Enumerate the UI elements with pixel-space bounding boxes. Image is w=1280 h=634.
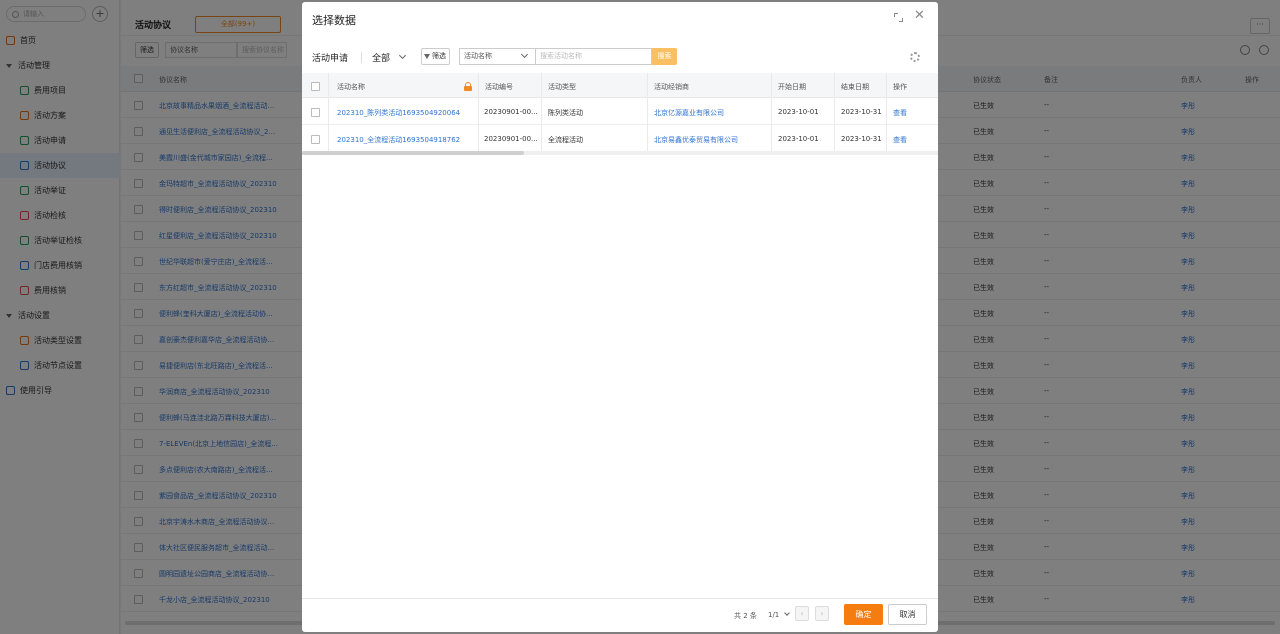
view-link[interactable]: 查看 [893,135,907,145]
table-row[interactable]: 202310_陈列类活动1693504920064 20230901-00...… [302,98,938,125]
table-row[interactable]: 202310_全流程活动1693504918762 20230901-00...… [302,125,938,152]
page-indicator[interactable]: 1/1 [768,611,779,619]
dealer-link[interactable]: 北京易鑫优泰贸易有限公司 [654,135,738,145]
scrollbar-thumb[interactable] [302,151,524,155]
activity-table: 活动名称 活动编号 活动类型 活动经销商 开始日期 结束日期 操作 202310… [302,73,938,152]
modal-footer: 共 2 条 1/1 ‹ › 确定 取消 [302,598,938,632]
scope-select[interactable]: 全部 [372,51,390,64]
modal-filter-button[interactable]: 筛选 [421,48,450,65]
gear-icon[interactable] [910,52,920,62]
modal-subtitle: 活动申请 [312,54,349,64]
divider [361,52,362,63]
column-header-end: 结束日期 [841,83,869,91]
prev-page-button[interactable]: ‹ [795,606,809,621]
view-link[interactable]: 查看 [893,108,907,118]
cancel-button[interactable]: 取消 [888,604,927,625]
activity-code: 20230901-00... [484,108,538,116]
modal-header: 选择数据 ✕ [302,2,938,36]
activity-name-link[interactable]: 202310_陈列类活动1693504920064 [337,108,460,118]
column-header-start: 开始日期 [778,83,806,91]
expand-icon[interactable] [894,13,903,22]
column-divider [478,73,479,152]
column-divider [771,73,772,152]
column-divider [647,73,648,152]
column-divider [834,73,835,152]
close-icon[interactable]: ✕ [914,9,925,23]
column-divider [328,73,329,152]
activity-name-link[interactable]: 202310_全流程活动1693504918762 [337,135,460,145]
activity-code: 20230901-00... [484,135,538,143]
column-header-type: 活动类型 [548,83,576,91]
activity-search-input[interactable]: 搜索活动名称 [535,48,652,65]
filter-icon [424,54,430,59]
row-checkbox[interactable] [311,135,320,144]
column-header-code: 活动编号 [485,83,513,91]
end-date: 2023-10-31 [841,108,882,116]
chevron-down-icon [520,50,529,59]
field-select-label: 活动名称 [464,52,492,60]
chevron-down-icon[interactable] [784,610,790,616]
dealer-link[interactable]: 北京亿源嘉业有限公司 [654,108,724,118]
column-divider [541,73,542,152]
column-header-name: 活动名称 [337,83,365,91]
start-date: 2023-10-01 [778,108,819,116]
chevron-down-icon[interactable] [398,51,407,60]
modal-horizontal-scrollbar[interactable] [302,151,938,155]
next-page-button[interactable]: › [815,606,829,621]
row-checkbox[interactable] [311,108,320,117]
start-date: 2023-10-01 [778,135,819,143]
modal-title: 选择数据 [312,14,356,27]
activity-type: 陈列类活动 [548,109,583,117]
modal-field-select[interactable]: 活动名称 [459,48,535,65]
search-button[interactable]: 搜索 [652,48,677,65]
column-divider [886,73,887,152]
end-date: 2023-10-31 [841,135,882,143]
column-header-action: 操作 [893,83,907,91]
lock-icon [464,82,472,91]
select-data-modal: 选择数据 ✕ 活动申请 全部 筛选 活动名称 搜索活动名称 搜索 活动名称 活动… [302,2,938,632]
modal-toolbar: 活动申请 全部 筛选 活动名称 搜索活动名称 搜索 [302,46,938,68]
activity-table-header: 活动名称 活动编号 活动类型 活动经销商 开始日期 结束日期 操作 [302,73,938,98]
column-header-dealer: 活动经销商 [654,83,689,91]
confirm-button[interactable]: 确定 [844,604,883,625]
activity-type: 全流程活动 [548,136,583,144]
filter-label: 筛选 [432,52,446,60]
select-all-checkbox[interactable] [311,82,320,91]
total-count: 共 2 条 [734,612,757,620]
